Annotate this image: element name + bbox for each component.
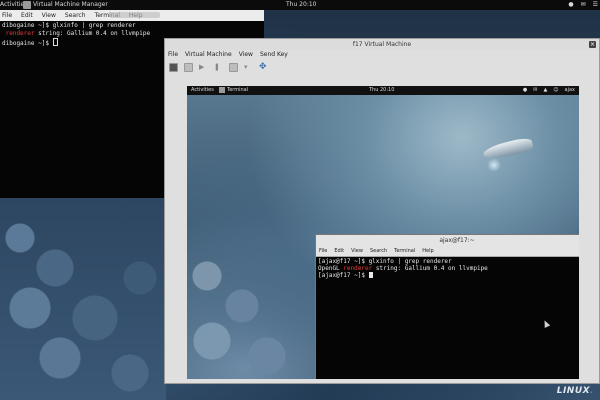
terminal-cursor [52, 38, 58, 46]
guest-terminal-title: ajax@f17:~ [439, 237, 475, 244]
app-menu-icon [23, 1, 31, 9]
menu-file[interactable]: File [2, 10, 12, 21]
vm-viewer-window[interactable]: f17 Virtual Machine × File Virtual Machi… [164, 38, 600, 384]
console-view-icon[interactable] [169, 62, 178, 72]
vm-menu-virtual-machine[interactable]: Virtual Machine [185, 50, 232, 60]
fullscreen-icon[interactable]: ✥ [259, 62, 268, 72]
pause-icon[interactable]: ❚ [214, 63, 223, 72]
message-icon[interactable]: ✉ [581, 0, 586, 10]
guest-terminal-titlebar: ajax@f17:~ × [316, 235, 579, 246]
details-view-icon[interactable] [184, 62, 193, 72]
user-menu-icon[interactable]: ☰ [593, 0, 598, 10]
guest-user-icon[interactable]: ☺ [553, 86, 558, 95]
guest-network-icon[interactable]: ▲ [543, 86, 547, 95]
guest-clock[interactable]: Thu 20:10 [369, 86, 394, 95]
menu-edit[interactable]: Edit [21, 10, 33, 21]
vm-close-button[interactable]: × [589, 41, 596, 48]
guest-menu-help[interactable]: Help [422, 246, 433, 256]
host-wallpaper-rocks [0, 198, 166, 400]
host-top-bar: Activities Virtual Machine Manager Thu 2… [0, 0, 600, 10]
guest-wallpaper-rocks [187, 246, 297, 379]
guest-terminal-output[interactable]: [ajax@f17 ~]$ glxinfo | grep renderer Ope… [316, 257, 579, 280]
vm-window-title: f17 Virtual Machine [165, 39, 599, 50]
guest-menu-search[interactable]: Search [370, 246, 387, 256]
shutdown-menu-icon[interactable]: ▾ [244, 63, 253, 72]
vm-toolbar: ▶ ❚ ▾ ✥ [165, 60, 599, 74]
system-tray: ● ✉ ☰ [568, 0, 598, 10]
guest-message-icon[interactable]: ✉ [533, 86, 537, 95]
guest-app-menu[interactable]: Terminal [227, 86, 248, 95]
accessibility-icon[interactable]: ● [568, 0, 573, 10]
guest-menu-edit[interactable]: Edit [334, 246, 344, 256]
terminal-cursor [368, 272, 373, 278]
spaceship-glow [487, 158, 501, 172]
terminal-app-icon [219, 87, 225, 93]
terminal-line: [ajax@f17 ~]$ [318, 272, 579, 279]
guest-menu-terminal[interactable]: Terminal [394, 246, 415, 256]
vm-menu-send-key[interactable]: Send Key [260, 50, 288, 60]
terminal-line: dibogaine ~]$ glxinfo | grep renderer [2, 22, 136, 29]
vm-menu-view[interactable]: View [239, 50, 253, 60]
guest-menu-file[interactable]: File [319, 246, 327, 256]
menu-view[interactable]: View [42, 10, 56, 21]
run-icon[interactable]: ▶ [199, 63, 208, 72]
terminal-line: renderer string: Gallium 0.4 on llvmpipe [2, 30, 151, 37]
shutdown-icon[interactable] [229, 62, 238, 72]
guest-top-bar: Activities Terminal Thu 20:10 ● ✉ ▲ ☺ aj… [187, 86, 579, 95]
guest-menu-view[interactable]: View [351, 246, 363, 256]
clock[interactable]: Thu 20:10 [286, 0, 316, 10]
host-terminal-title-ghost [110, 12, 160, 18]
guest-terminal-window[interactable]: ajax@f17:~ × File Edit View Search Termi… [315, 234, 579, 379]
guest-accessibility-icon[interactable]: ● [523, 86, 527, 95]
terminal-line: OpenGL renderer string: Gallium 0.4 on l… [318, 265, 488, 272]
guest-user-name[interactable]: ajax [565, 86, 575, 95]
watermark-logo: LINUX. [556, 386, 594, 396]
app-menu-label[interactable]: Virtual Machine Manager [33, 0, 108, 10]
guest-system-tray: ● ✉ ▲ ☺ ajax [523, 86, 575, 95]
guest-display[interactable]: Activities Terminal Thu 20:10 ● ✉ ▲ ☺ aj… [187, 86, 579, 379]
menu-search[interactable]: Search [65, 10, 86, 21]
guest-terminal-menubar: File Edit View Search Terminal Help [316, 246, 579, 257]
vm-menu-file[interactable]: File [168, 50, 178, 60]
vm-menubar: File Virtual Machine View Send Key [165, 50, 599, 60]
terminal-line: [ajax@f17 ~]$ glxinfo | grep renderer [318, 258, 452, 265]
guest-activities-button[interactable]: Activities [191, 86, 214, 95]
